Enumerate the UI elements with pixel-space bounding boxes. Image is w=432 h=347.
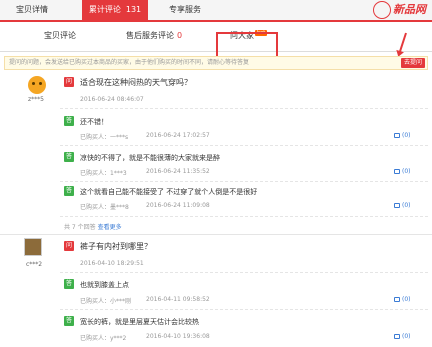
tab-label: 宝贝评论 [44,31,76,40]
reply-count-value: (0) [402,202,411,209]
divider [60,272,428,273]
more-answers: 共 7 个回答 查看更多 [64,222,122,231]
question-text[interactable]: 裤子有内衬到哪里？ [80,241,152,252]
answer-date: 2016-06-24 11:09:08 [146,202,210,209]
ask-notice: 提问的问题，会发送给已购买过本商品的买家，由于他们购买的时间不同，请耐心等待答复… [4,56,428,70]
question-icon: 问 [64,241,74,251]
question-separator [0,234,432,235]
answer-text: 宽长的裤，就是里层夏天估计会比较热 [80,318,199,326]
sub-tab-bar: 宝贝评论 售后服务评论 0 问大家 hot [0,22,432,66]
view-more-link[interactable]: 查看更多 [98,224,122,231]
avatar-eye [39,82,42,85]
answer-total: 共 7 个回答 [64,224,96,231]
reply-icon [394,169,400,174]
reply-count-value: (0) [402,333,411,340]
reply-icon [394,297,400,302]
avatar-eye [32,82,35,85]
tab-label: 专享服务 [169,5,201,14]
tab-reviews[interactable]: 累计评论 131 [82,0,148,20]
answer-icon: 答 [64,116,74,126]
question-date: 2016-04-10 18:29:51 [80,260,144,267]
tab-after-sales[interactable]: 售后服务评论 0 [126,30,182,41]
answer-date: 2016-06-24 11:35:52 [146,168,210,175]
avatar [24,238,42,256]
question-text[interactable]: 适合现在这种闷热的天气穿吗？ [80,77,192,88]
notice-text: 提问的问题，会发送给已购买过本商品的买家，由于他们购买的时间不同，请耐心等待答复 [9,59,250,66]
after-sales-count: 0 [177,31,183,40]
tab-services[interactable]: 专享服务 [160,0,210,20]
top-tab-bar: 宝贝详情 累计评论 131 专享服务 新品网 [0,0,432,22]
divider [60,108,428,109]
reply-icon [394,334,400,339]
reply-count[interactable]: (0) [394,296,411,303]
divider [60,145,428,146]
reply-count[interactable]: (0) [394,168,411,175]
reply-icon [394,133,400,138]
answer-icon: 答 [64,152,74,162]
asker-name: c***2 [26,261,43,268]
reply-icon [394,203,400,208]
answer-text: 还不错！ [80,118,108,126]
answer-text: 也就到膝盖上点 [80,281,129,289]
answer-date: 2016-06-24 17:02:57 [146,132,210,139]
answer-icon: 答 [64,316,74,326]
answer-icon: 答 [64,186,74,196]
divider [60,216,428,217]
answer-user[interactable]: 已购买人：一***s [80,132,128,141]
tab-item-details[interactable]: 宝贝详情 [6,0,58,20]
answer-user[interactable]: 已购买人：墨***8 [80,202,129,211]
answer-user[interactable]: 已购买人：y***2 [80,333,126,342]
answer-text: 凉快的不得了，就是不能很薄的大家就来是醉 [80,154,220,162]
answer-text: 这个就看自己能不能接受了 不过穿了就个人倒是不是很好 [80,188,258,196]
tab-label: 售后服务评论 [126,31,174,40]
avatar [28,76,46,94]
answer-user[interactable]: 已购买人：1***3 [80,168,127,177]
reply-count-value: (0) [402,296,411,303]
brand-text: 新品网 [393,3,426,16]
reply-count-value: (0) [402,132,411,139]
question-date: 2016-06-24 08:46:07 [80,96,144,103]
reply-count[interactable]: (0) [394,132,411,139]
answer-date: 2016-04-10 19:36:08 [146,333,210,340]
review-count: 131 [125,5,142,14]
question-icon: 问 [64,77,74,87]
reply-count[interactable]: (0) [394,202,411,209]
brand-logo: 新品网 [373,1,426,19]
tab-label: 累计评论 [88,5,121,14]
answer-user[interactable]: 已购买人：小***刚 [80,296,131,305]
brand-logo-icon [373,1,391,19]
tab-product-reviews[interactable]: 宝贝评论 [44,30,76,41]
asker-name: z***5 [28,96,44,103]
reply-count-value: (0) [402,168,411,175]
ask-question-button[interactable]: 去提问 [400,58,425,68]
divider [60,181,428,182]
answer-date: 2016-04-11 09:58:52 [146,296,210,303]
tab-label: 宝贝详情 [16,5,48,14]
answer-icon: 答 [64,279,74,289]
reply-count[interactable]: (0) [394,333,411,340]
divider [60,309,428,310]
